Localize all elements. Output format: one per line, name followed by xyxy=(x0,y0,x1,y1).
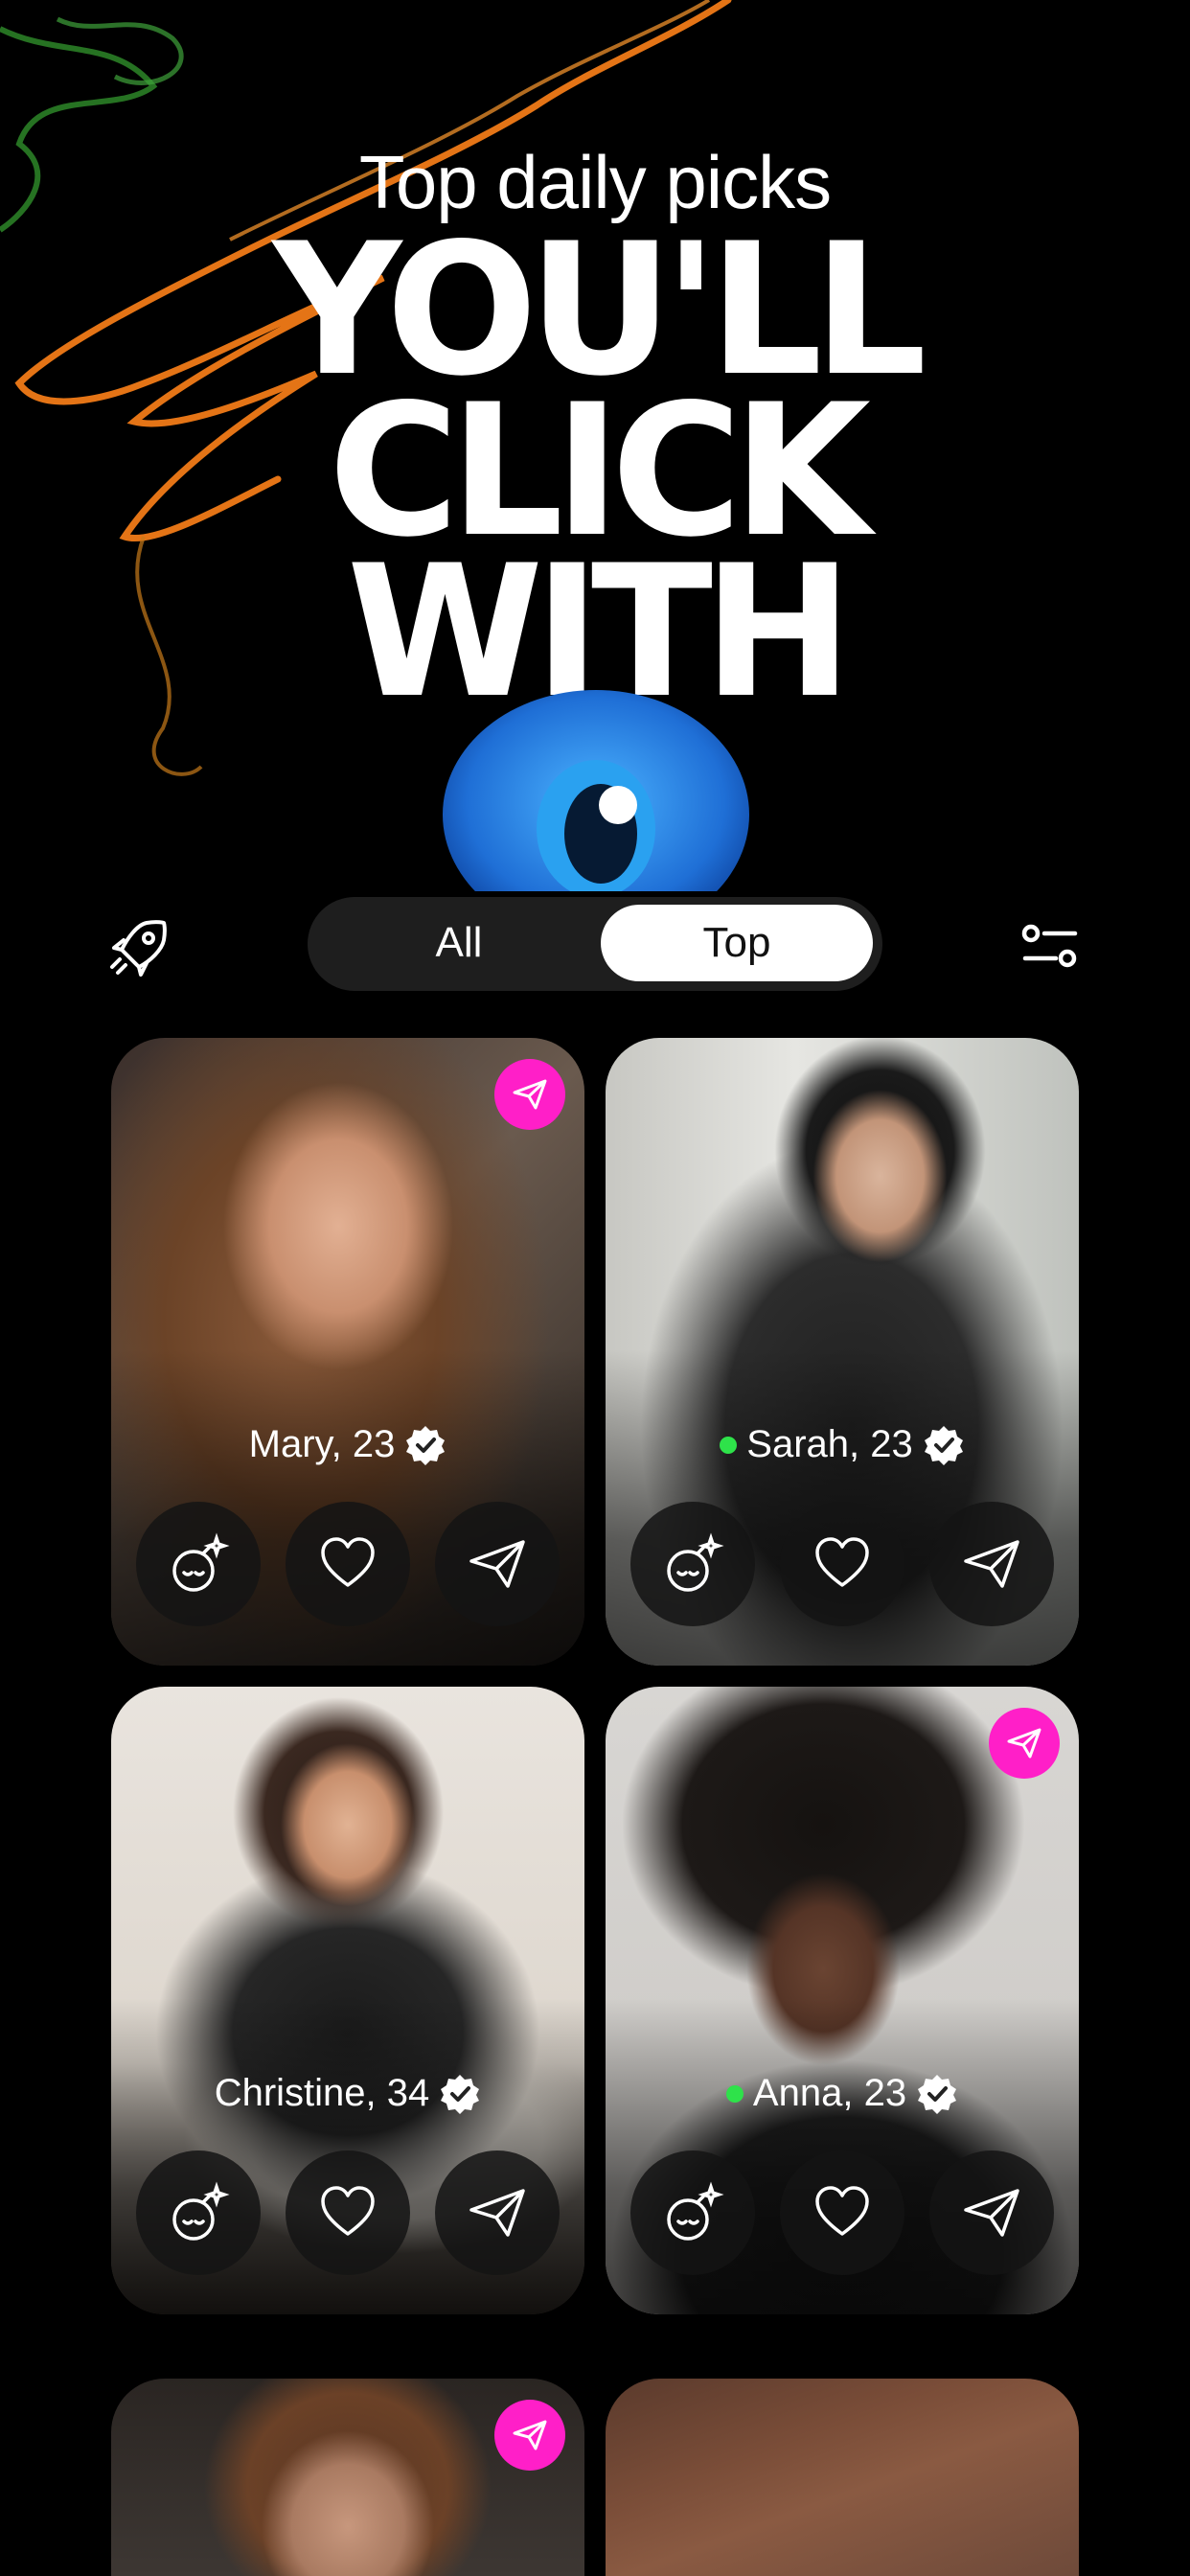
profile-photo xyxy=(606,2379,1079,2576)
hero-banner: Top daily picks YOU'LL CLICK WITH xyxy=(0,0,1190,891)
verified-icon xyxy=(918,2074,957,2114)
paper-plane-icon[interactable] xyxy=(929,1502,1054,1626)
heart-icon[interactable] xyxy=(286,2150,410,2275)
paper-plane-icon xyxy=(989,1708,1060,1779)
card-actions xyxy=(630,2150,1054,2275)
heart-icon[interactable] xyxy=(286,1502,410,1626)
paper-plane-icon[interactable] xyxy=(435,1502,560,1626)
heart-icon[interactable] xyxy=(780,1502,904,1626)
profile-card[interactable] xyxy=(111,2379,584,2576)
profile-name: Anna, 23 xyxy=(752,2072,907,2114)
profile-card[interactable]: Sarah, 23 xyxy=(606,1038,1079,1666)
profile-name: Sarah, 23 xyxy=(746,1423,913,1465)
pick-filter-segment: All Top xyxy=(308,897,882,991)
paper-plane-icon[interactable] xyxy=(435,2150,560,2275)
bomb-icon[interactable] xyxy=(630,2150,755,2275)
verified-icon xyxy=(441,2074,480,2114)
tab-top[interactable]: Top xyxy=(601,905,873,981)
profile-name: Mary, 23 xyxy=(248,1423,396,1465)
rocket-icon[interactable] xyxy=(103,910,176,983)
profile-name-row: Sarah, 23 xyxy=(606,1423,1079,1466)
profile-card[interactable]: Christine, 34 xyxy=(111,1687,584,2314)
paper-plane-icon[interactable] xyxy=(929,2150,1054,2275)
profile-name-row: Anna, 23 xyxy=(606,2072,1079,2115)
profile-card[interactable]: Anna, 23 xyxy=(606,1687,1079,2314)
headline: YOU'LL CLICK WITH xyxy=(11,219,1178,724)
online-indicator xyxy=(725,2084,744,2103)
profile-card[interactable] xyxy=(606,2379,1079,2576)
profile-card[interactable]: Mary, 23 xyxy=(111,1038,584,1666)
monster-mascot xyxy=(443,690,749,891)
tabs-row: All Top xyxy=(0,891,1190,997)
verified-icon xyxy=(406,1425,446,1465)
paper-plane-icon xyxy=(494,1059,565,1130)
bomb-icon[interactable] xyxy=(136,2150,261,2275)
online-indicator xyxy=(720,1436,738,1454)
card-actions xyxy=(136,2150,560,2275)
heart-icon[interactable] xyxy=(780,2150,904,2275)
profile-name-row: Christine, 34 xyxy=(111,2072,584,2115)
bomb-icon[interactable] xyxy=(136,1502,261,1626)
tab-all[interactable]: All xyxy=(323,905,595,981)
card-actions xyxy=(630,1502,1054,1626)
paper-plane-icon xyxy=(494,2400,565,2471)
profile-name-row: Mary, 23 xyxy=(111,1423,584,1466)
profile-name: Christine, 34 xyxy=(214,2072,430,2114)
filter-icon[interactable] xyxy=(1014,910,1087,983)
bomb-icon[interactable] xyxy=(630,1502,755,1626)
card-actions xyxy=(136,1502,560,1626)
verified-icon xyxy=(924,1425,963,1465)
